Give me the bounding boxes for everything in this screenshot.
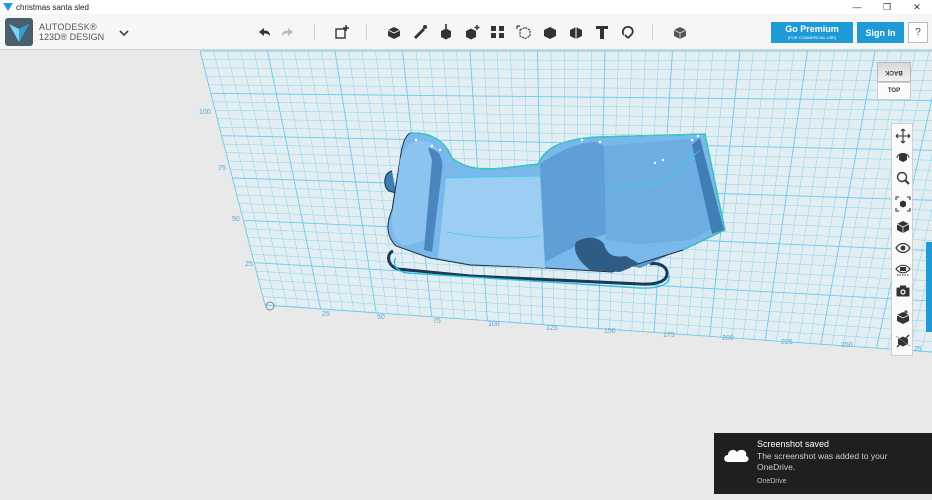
x-tick-label: 175 [663, 332, 675, 339]
brand-line2: 123D® DESIGN [39, 32, 105, 42]
window-controls: — ❐ ✕ [842, 0, 932, 14]
app-logo[interactable] [5, 18, 33, 46]
toolbar-divider [314, 24, 315, 40]
go-premium-button[interactable]: Go Premium (FOR COMMERCIAL USE) [771, 22, 853, 43]
x-tick-label: 25 [322, 311, 330, 318]
snap-icon[interactable] [619, 23, 637, 41]
window-title: christmas santa sled [16, 2, 89, 12]
material-icon[interactable] [671, 23, 689, 41]
x-tick-label: 75 [433, 318, 441, 325]
brand-line1: AUTODESK® [39, 22, 97, 32]
x-tick-label: 25 [914, 346, 922, 353]
x-tick-label: 225 [781, 339, 793, 346]
panel-edge-tab[interactable] [926, 242, 932, 332]
pan-icon[interactable] [895, 128, 911, 144]
construct-icon[interactable] [437, 23, 455, 41]
onedrive-cloud-icon [724, 449, 749, 462]
close-button[interactable]: ✕ [902, 0, 932, 14]
app-icon [3, 3, 13, 11]
help-button[interactable]: ? [908, 22, 928, 43]
toast-body: The screenshot was added to your OneDriv… [757, 451, 888, 472]
go-premium-label: Go Premium [785, 24, 839, 34]
sketch-icon[interactable] [411, 23, 429, 41]
app-window: christmas santa sled — ❐ ✕ AUTODESK® 123… [0, 0, 932, 500]
notification-toast[interactable]: Screenshot saved The screenshot was adde… [714, 433, 932, 494]
title-bar: christmas santa sled — ❐ ✕ [0, 0, 932, 14]
x-tick-label: 200 [722, 335, 734, 342]
materials-outlines-icon[interactable] [895, 219, 911, 235]
fit-icon[interactable] [895, 196, 911, 212]
x-tick-label: 125 [546, 325, 558, 332]
app-menu-chevron-icon[interactable] [118, 28, 130, 38]
brand-name: AUTODESK® 123D® DESIGN [39, 22, 104, 42]
primitives-icon[interactable] [385, 23, 403, 41]
view-cube-back-face[interactable]: BACK [877, 62, 911, 82]
combine-icon[interactable] [541, 23, 559, 41]
go-premium-sublabel: (FOR COMMERCIAL USE) [787, 35, 837, 40]
view-cube[interactable]: BACK TOP [877, 62, 911, 104]
x-tick-label: 150 [604, 328, 616, 335]
redo-icon[interactable] [279, 23, 297, 41]
text-icon[interactable] [593, 23, 611, 41]
mesh-icon[interactable] [895, 309, 911, 325]
toolbar-divider [366, 24, 367, 40]
toast-source: OneDrive [757, 478, 787, 485]
navigation-bar [891, 123, 913, 356]
group-icon[interactable] [515, 23, 533, 41]
sled-seat [438, 176, 545, 268]
orbit-icon[interactable] [895, 149, 911, 165]
x-tick-label: 250 [841, 342, 853, 349]
pattern-icon[interactable] [489, 23, 507, 41]
visibility-icon[interactable] [895, 240, 911, 256]
toolbar-divider [652, 24, 653, 40]
measure-icon[interactable] [567, 23, 585, 41]
minimize-button[interactable]: — [842, 0, 872, 14]
x-tick-label: 50 [377, 314, 385, 321]
undo-icon[interactable] [255, 23, 273, 41]
toast-title: Screenshot saved [757, 439, 830, 449]
hidden-objects-icon[interactable] [895, 261, 911, 277]
y-tick-label: 100 [199, 109, 211, 116]
sign-in-button[interactable]: Sign In [857, 22, 904, 43]
modify-icon[interactable] [463, 23, 481, 41]
x-tick-label: 100 [488, 321, 500, 328]
view-cube-top-face[interactable]: TOP [877, 82, 911, 100]
y-tick-label: 50 [232, 216, 240, 223]
camera-icon[interactable] [895, 283, 911, 299]
maximize-button[interactable]: ❐ [872, 0, 902, 14]
y-tick-label: 75 [218, 165, 226, 172]
add-primitive-icon[interactable] [333, 23, 351, 41]
y-tick-label: 25 [245, 261, 253, 268]
zoom-icon[interactable] [895, 170, 911, 186]
snap-grid-icon[interactable] [895, 333, 911, 349]
